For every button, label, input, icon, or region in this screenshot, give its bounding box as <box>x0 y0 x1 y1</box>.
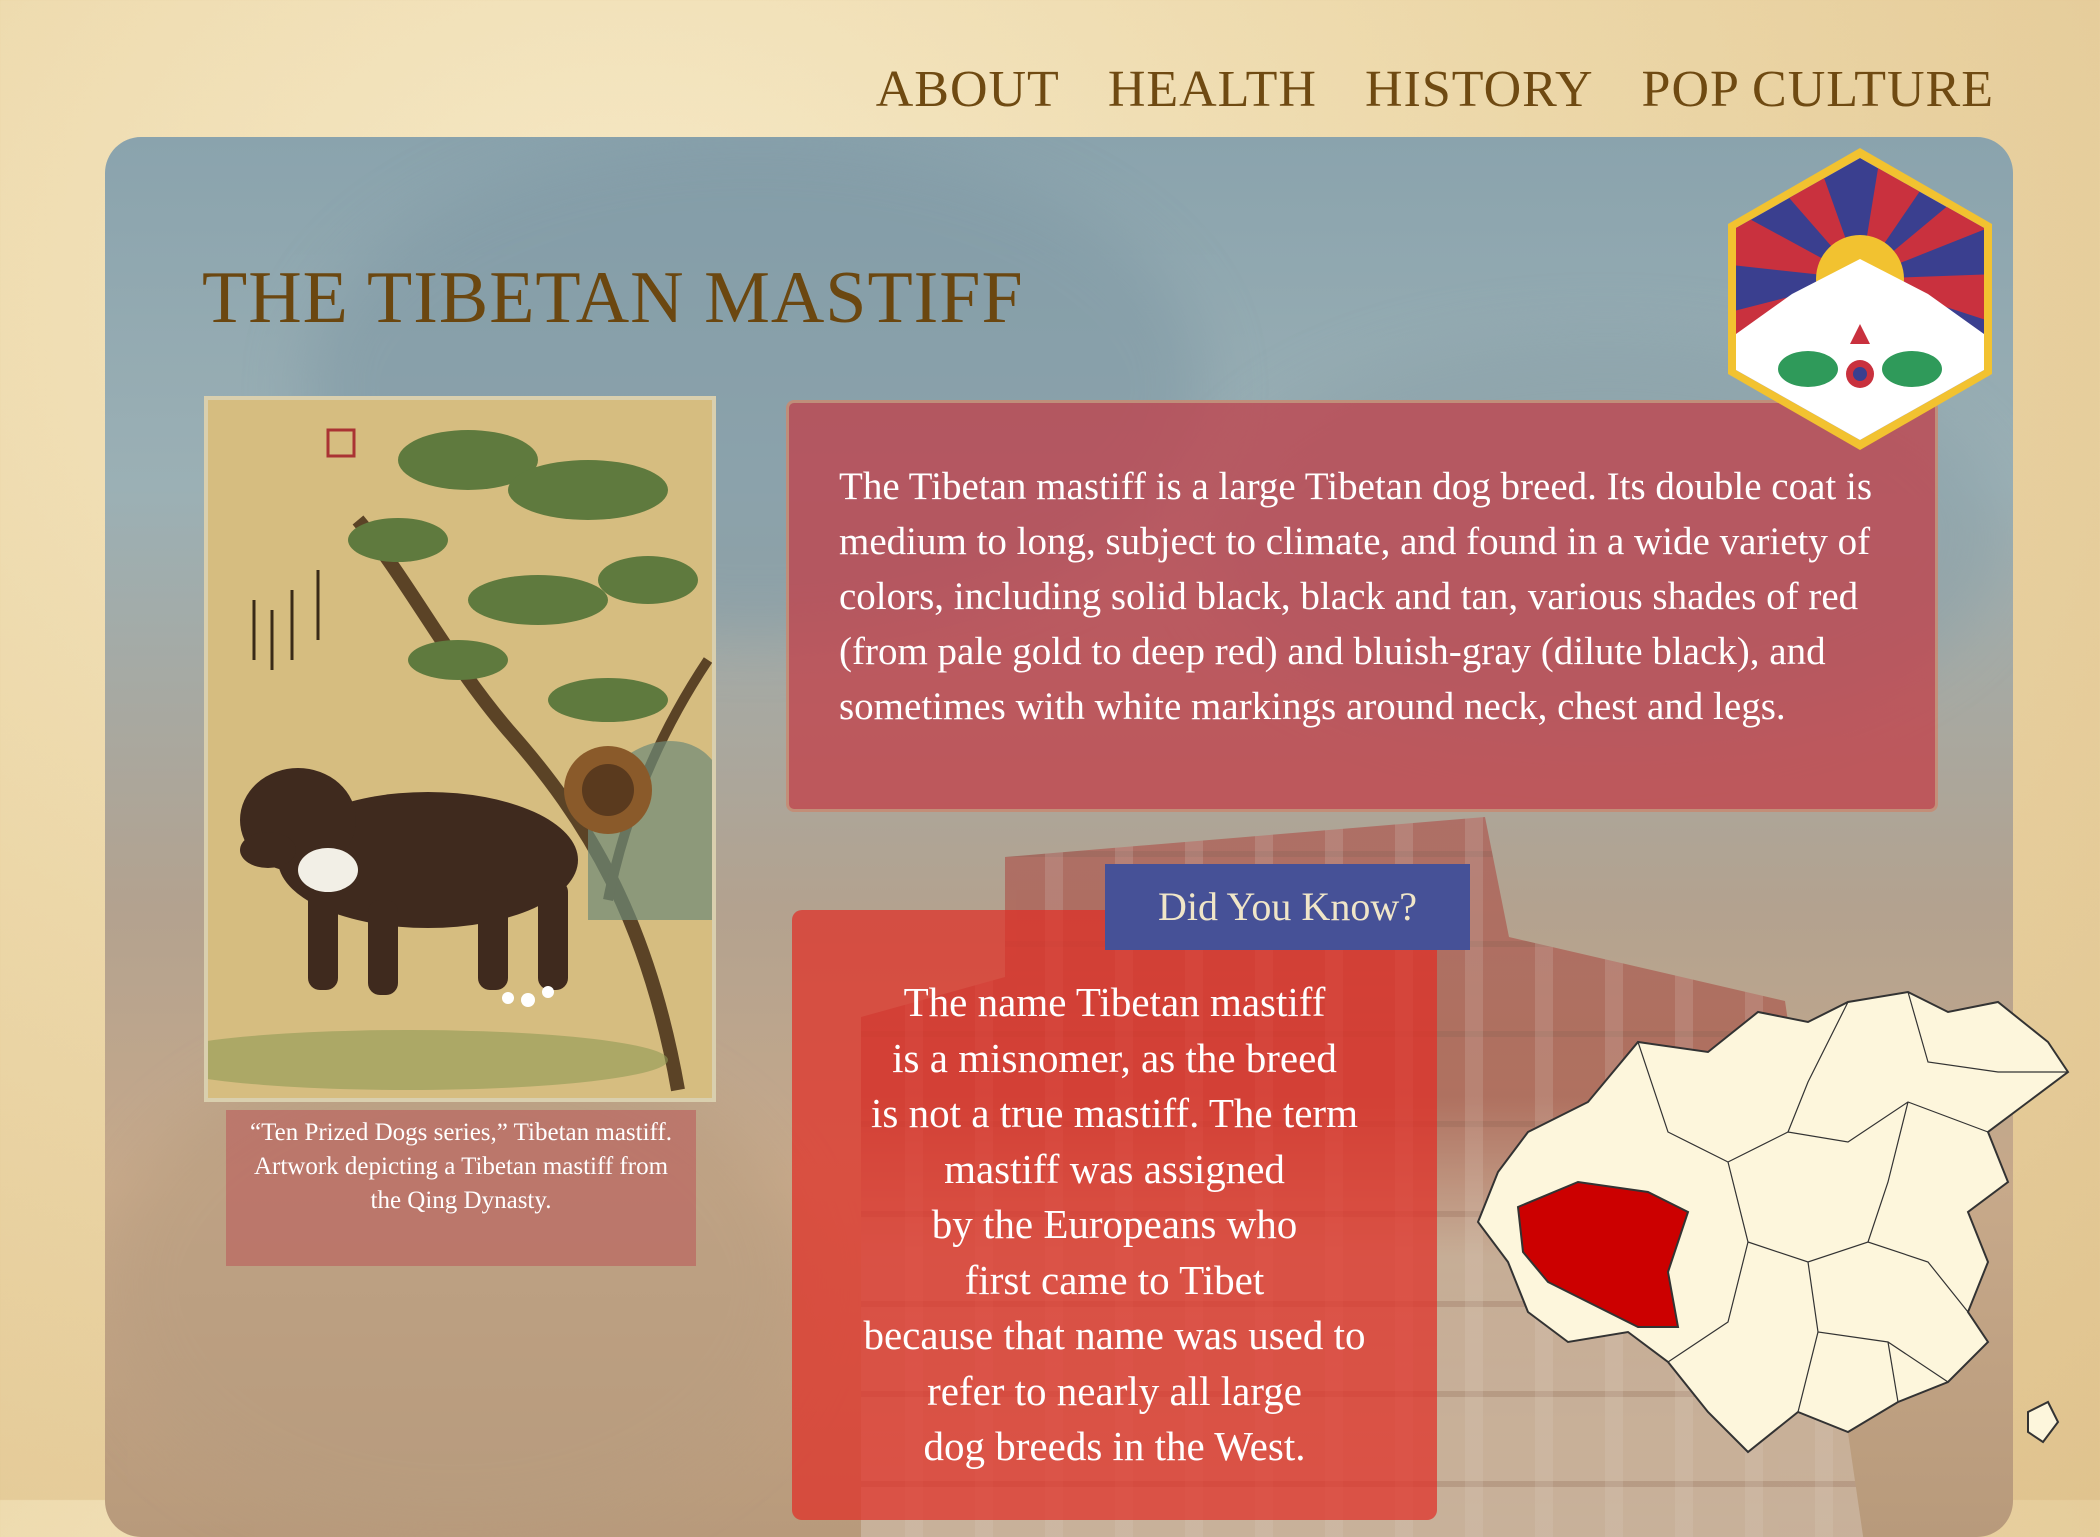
did-you-know-title: Did You Know? <box>1105 864 1470 950</box>
nav-history[interactable]: HISTORY <box>1365 64 1594 116</box>
top-nav: ABOUT HEALTH HISTORY POP CULTURE <box>876 64 1994 116</box>
china-map-tibet-highlight <box>1476 990 2070 1454</box>
snow-lion-flag-icon <box>1728 148 1992 450</box>
nav-about[interactable]: ABOUT <box>876 64 1060 116</box>
mastiff-painting-art <box>208 400 712 1098</box>
did-you-know-text: The name Tibetan mastiff is a misnomer, … <box>863 979 1366 1469</box>
painting-caption: “Ten Prized Dogs series,” Tibetan mastif… <box>226 1110 696 1266</box>
page-title: THE TIBETAN MASTIFF <box>202 257 1024 339</box>
nav-health[interactable]: HEALTH <box>1108 64 1317 116</box>
breed-description: The Tibetan mastiff is a large Tibetan d… <box>786 400 1938 812</box>
nav-pop-culture[interactable]: POP CULTURE <box>1642 64 1994 116</box>
mastiff-painting <box>204 396 716 1102</box>
